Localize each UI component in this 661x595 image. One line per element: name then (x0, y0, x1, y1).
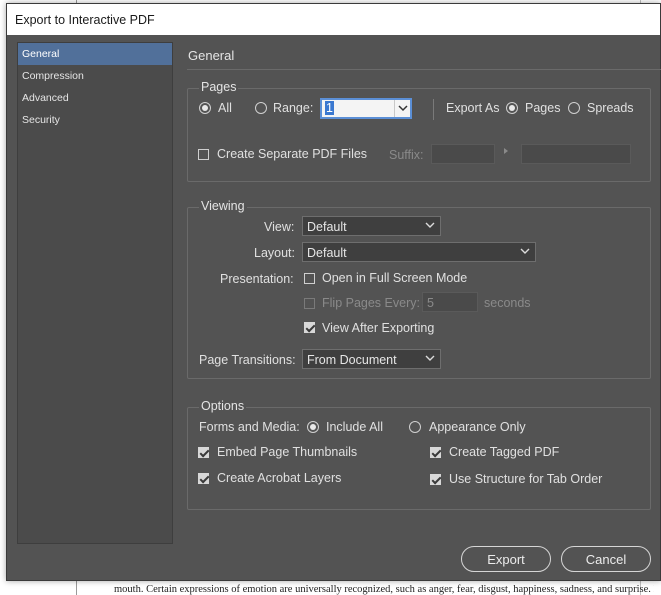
view-select[interactable]: Default (302, 216, 441, 236)
document-text-line: mouth. Certain expressions of emotion ar… (114, 584, 654, 595)
dialog-title: Export to Interactive PDF (7, 4, 660, 35)
range-input[interactable]: 1 (320, 98, 412, 119)
export-spreads-label: Spreads (587, 101, 634, 115)
view-after-exporting-checkbox[interactable] (304, 322, 315, 333)
pages-all-radio[interactable] (199, 102, 211, 114)
forms-and-media-label: Forms and Media: (199, 420, 300, 434)
acrobat-layers-label: Create Acrobat Layers (217, 471, 342, 485)
create-tagged-pdf-label: Create Tagged PDF (449, 445, 560, 459)
embed-thumbnails-label: Embed Page Thumbnails (217, 445, 358, 459)
caret-right-icon (504, 148, 508, 154)
export-pages-radio[interactable] (506, 102, 518, 114)
include-all-radio[interactable] (307, 421, 319, 433)
page-transitions-select[interactable]: From Document (302, 349, 441, 369)
appearance-only-radio[interactable] (409, 421, 421, 433)
embed-thumbnails-checkbox[interactable] (198, 447, 209, 458)
layout-label: Layout: (254, 246, 296, 260)
include-all-label: Include All (326, 420, 383, 434)
export-as-label: Export As (446, 101, 500, 115)
appearance-only-label: Appearance Only (429, 420, 526, 434)
range-dropdown-button[interactable] (394, 100, 410, 117)
pages-all-label: All (218, 101, 232, 115)
export-as-separator (433, 99, 434, 120)
page-transitions-value: From Document (307, 353, 397, 367)
flip-pages-checkbox[interactable] (304, 298, 315, 309)
seconds-label: seconds (484, 296, 531, 310)
tab-order-label: Use Structure for Tab Order (449, 472, 603, 486)
create-tagged-pdf-checkbox[interactable] (430, 447, 441, 458)
view-after-exporting-label: View After Exporting (322, 321, 435, 335)
presentation-label: Presentation: (220, 272, 294, 286)
range-input-value: 1 (325, 101, 334, 115)
layout-select[interactable]: Default (302, 242, 536, 262)
chevron-down-icon (425, 355, 435, 361)
view-select-value: Default (307, 220, 347, 234)
pages-group-title: Pages (199, 80, 239, 94)
export-pages-label: Pages (525, 101, 561, 115)
category-sidebar: General Compression Advanced Security (17, 42, 173, 544)
acrobat-layers-checkbox[interactable] (198, 473, 209, 484)
chevron-down-icon (425, 222, 435, 228)
sidebar-item-general[interactable]: General (18, 43, 172, 65)
chevron-down-icon (398, 105, 408, 112)
export-dialog: Export to Interactive PDF General Compre… (6, 3, 661, 581)
full-screen-checkbox[interactable] (304, 273, 315, 284)
sidebar-item-advanced[interactable]: Advanced (18, 87, 172, 109)
tab-order-checkbox[interactable] (430, 474, 441, 485)
pages-range-label: Range: (273, 101, 314, 115)
layout-select-value: Default (307, 246, 347, 260)
create-separate-pdf-label: Create Separate PDF Files (217, 147, 368, 161)
flip-pages-label: Flip Pages Every: (322, 296, 420, 310)
view-label: View: (264, 220, 295, 234)
sidebar-item-compression[interactable]: Compression (18, 65, 172, 87)
suffix-input[interactable] (431, 144, 495, 164)
sidebar-item-security[interactable]: Security (18, 109, 172, 131)
options-group-title: Options (199, 399, 247, 413)
viewing-group-title: Viewing (199, 199, 247, 213)
panel-divider (187, 69, 661, 70)
flip-pages-input[interactable]: 5 (422, 292, 478, 312)
panel-title: General (188, 48, 235, 63)
suffix-label: Suffix: (389, 148, 424, 162)
pages-range-radio[interactable] (255, 102, 267, 114)
chevron-down-icon (520, 248, 530, 254)
cancel-button[interactable]: Cancel (561, 546, 651, 572)
suffix-token-field[interactable] (521, 144, 631, 164)
create-separate-pdf-checkbox[interactable] (198, 149, 209, 160)
full-screen-label: Open in Full Screen Mode (322, 271, 468, 285)
export-spreads-radio[interactable] (568, 102, 580, 114)
export-button[interactable]: Export (461, 546, 551, 572)
page-transitions-label: Page Transitions: (199, 353, 296, 367)
